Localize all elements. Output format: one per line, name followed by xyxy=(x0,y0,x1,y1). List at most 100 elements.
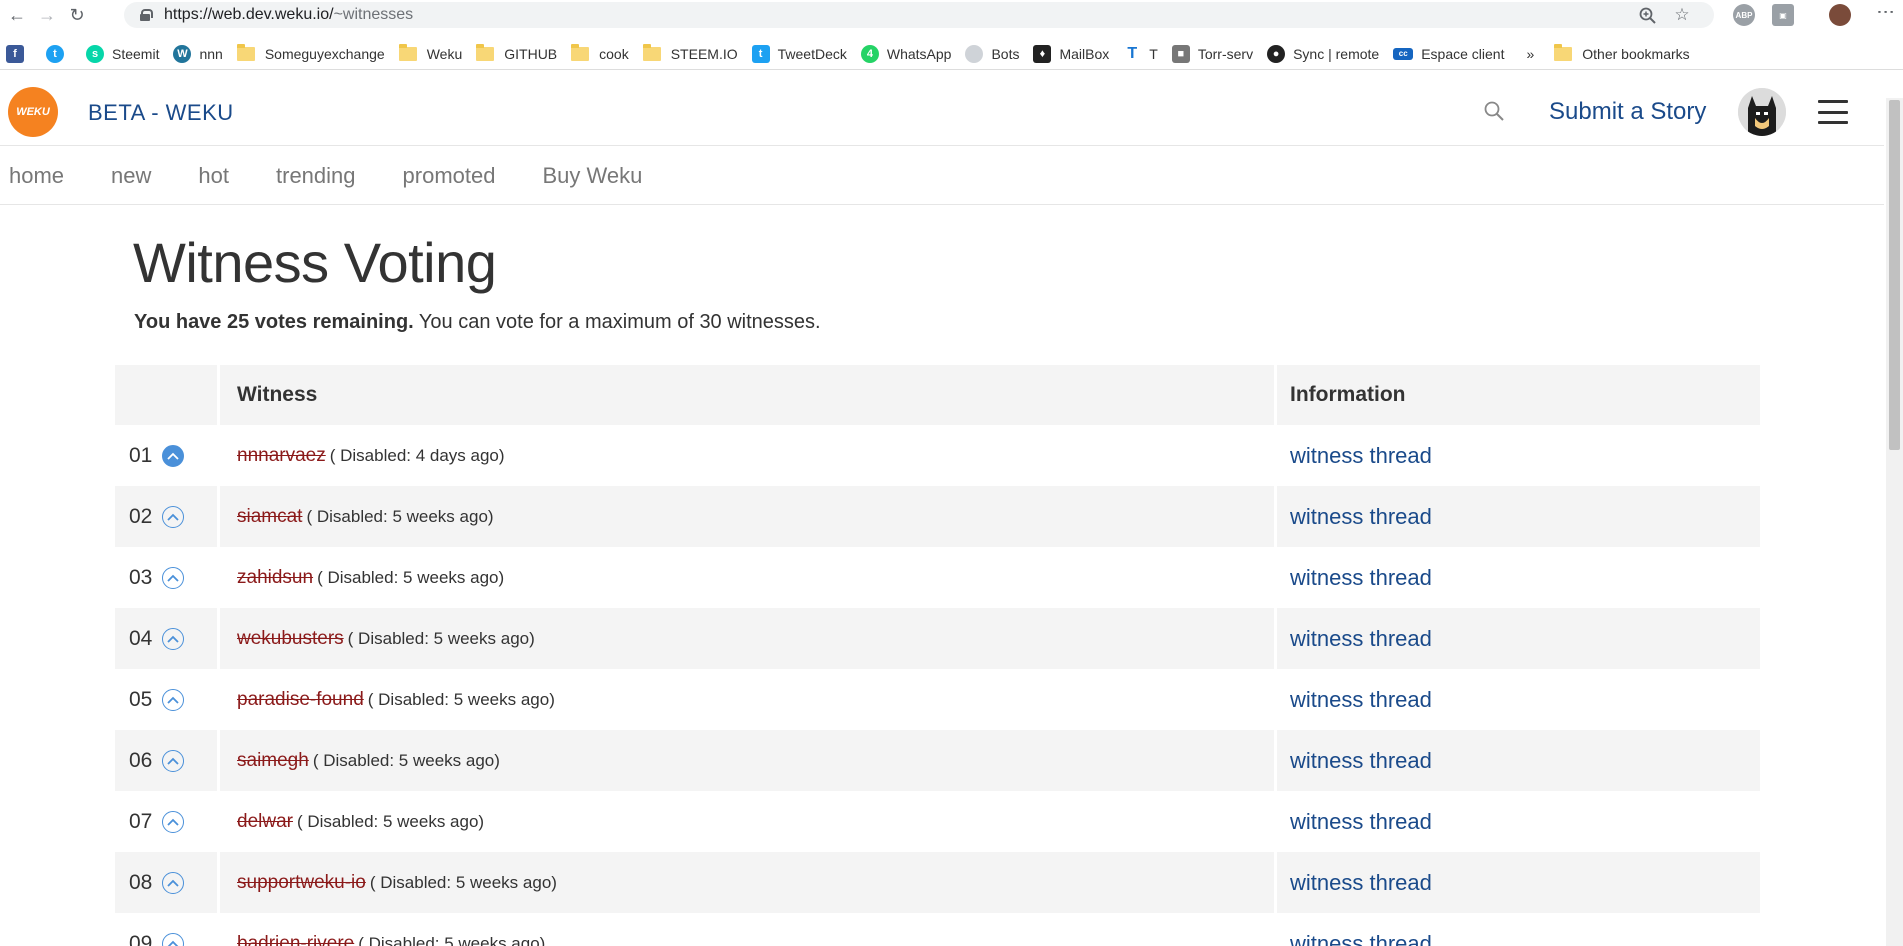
forward-arrow-icon[interactable]: → xyxy=(32,0,62,30)
profile-icon[interactable] xyxy=(1829,4,1851,26)
witness-name-link[interactable]: delwar xyxy=(237,811,293,833)
bookmark-bots[interactable]: Bots xyxy=(959,39,1027,69)
weku-logo[interactable]: WEKU xyxy=(8,87,58,137)
witness-name-link[interactable]: nnnarvaez xyxy=(237,445,326,467)
bookmark-nnn[interactable]: Wnnn xyxy=(167,39,230,69)
bookmark-espace-client[interactable]: cc Espace client xyxy=(1387,39,1512,69)
upvote-chevron-icon[interactable] xyxy=(162,505,185,528)
search-icon[interactable] xyxy=(1483,100,1505,122)
zoom-icon[interactable] xyxy=(1637,5,1657,25)
nav-hot[interactable]: hot xyxy=(198,163,229,189)
witness-name-link[interactable]: supportweku-io xyxy=(237,872,366,894)
rank-number: 09 xyxy=(129,931,153,946)
witness-cell: delwar( Disabled: 5 weeks ago) xyxy=(217,791,1274,852)
rank-cell: 07 xyxy=(115,791,217,852)
table-header: Witness Information xyxy=(115,365,1760,425)
witness-name-link[interactable]: paradise-found xyxy=(237,689,364,711)
bookmark-steem-io[interactable]: STEEM.IO xyxy=(637,39,746,69)
nav-buy-weku[interactable]: Buy Weku xyxy=(542,163,642,189)
witness-name-link[interactable]: wekubusters xyxy=(237,628,344,650)
witness-cell: saimegh( Disabled: 5 weeks ago) xyxy=(217,730,1274,791)
upvote-chevron-icon[interactable] xyxy=(162,444,185,467)
rank-number: 05 xyxy=(129,687,153,711)
user-avatar[interactable] xyxy=(1738,88,1786,136)
table-row: 01 nnnarvaez( Disabled: 4 days ago) witnes… xyxy=(115,425,1760,486)
bookmark-cook[interactable]: cook xyxy=(565,39,637,69)
nav-new[interactable]: new xyxy=(111,163,151,189)
bookmarks-overflow[interactable]: » xyxy=(1512,39,1548,69)
witness-thread-link[interactable]: witness thread xyxy=(1290,870,1432,896)
table-row: 02 siamcat( Disabled: 5 weeks ago) witness… xyxy=(115,486,1760,547)
upvote-chevron-icon[interactable] xyxy=(162,749,185,772)
bookmark-weku[interactable]: Weku xyxy=(393,39,471,69)
witness-name-link[interactable]: zahidsun xyxy=(237,567,313,589)
nav-home[interactable]: home xyxy=(9,163,64,189)
upvote-chevron-icon[interactable] xyxy=(162,932,185,946)
page-scrollbar-thumb[interactable] xyxy=(1889,100,1900,450)
bookmark-torr-serv[interactable]: ■ Torr-serv xyxy=(1166,39,1261,69)
witness-cell: siamcat( Disabled: 5 weeks ago) xyxy=(217,486,1274,547)
witness-thread-link[interactable]: witness thread xyxy=(1290,748,1432,774)
nav-trending[interactable]: trending xyxy=(276,163,356,189)
star-icon[interactable]: ☆ xyxy=(1672,5,1692,25)
rank-cell: 05 xyxy=(115,669,217,730)
witness-thread-link[interactable]: witness thread xyxy=(1290,809,1432,835)
extension-icon[interactable]: ▣ xyxy=(1772,4,1794,26)
witness-thread-link[interactable]: witness thread xyxy=(1290,443,1432,469)
witness-cell: badrien-rivere ( Disabled: 5 weeks ago) xyxy=(217,913,1274,946)
bookmark-facebook[interactable]: f xyxy=(0,39,40,69)
bookmark-tweetdeck[interactable]: t TweetDeck xyxy=(746,39,855,69)
bookmark-whatsapp[interactable]: 4 WhatsApp xyxy=(855,39,960,69)
address-bar[interactable]: https://web.dev.weku.io/~witnesses ☆ xyxy=(124,2,1714,28)
witness-cell: zahidsun( Disabled: 5 weeks ago) xyxy=(217,547,1274,608)
brand-link[interactable]: BETA - WEKU xyxy=(88,100,234,126)
rank-cell: 08 xyxy=(115,852,217,913)
rank-number: 04 xyxy=(129,626,153,650)
upvote-chevron-icon[interactable] xyxy=(162,627,185,650)
witness-cell: supportweku-io( Disabled: 5 weeks ago) xyxy=(217,852,1274,913)
bookmark-someguyexchange[interactable]: Someguyexchange xyxy=(231,39,393,69)
votes-max-text: You can vote for a maximum of 30 witness… xyxy=(413,311,821,333)
witness-cell: wekubusters( Disabled: 5 weeks ago) xyxy=(217,608,1274,669)
facebook-icon: f xyxy=(6,44,24,63)
witness-thread-link[interactable]: witness thread xyxy=(1290,687,1432,713)
upvote-chevron-icon[interactable] xyxy=(162,566,185,589)
url-text[interactable]: https://web.dev.weku.io/~witnesses xyxy=(164,6,413,24)
information-cell: witness thread xyxy=(1274,791,1760,852)
witness-name-link[interactable]: badrien-rivere xyxy=(237,933,354,946)
bookmark-t[interactable]: TT xyxy=(1117,39,1166,69)
reload-icon[interactable]: ↻ xyxy=(62,0,92,30)
rank-cell: 01 xyxy=(115,425,217,486)
folder-icon xyxy=(236,43,255,61)
espace-icon: cc xyxy=(1393,47,1414,60)
url-path: ~witnesses xyxy=(333,6,414,23)
bookmark-twitter[interactable]: t xyxy=(40,39,80,69)
upvote-chevron-icon[interactable] xyxy=(162,871,185,894)
upvote-chevron-icon[interactable] xyxy=(162,688,185,711)
browser-menu-icon[interactable]: ⋮ xyxy=(1876,3,1896,19)
witness-status: ( Disabled: 5 weeks ago) xyxy=(347,628,535,648)
witness-name-link[interactable]: saimegh xyxy=(237,750,309,772)
upvote-chevron-icon[interactable] xyxy=(162,810,185,833)
bookmark-other[interactable]: Other bookmarks xyxy=(1548,39,1697,69)
witness-thread-link[interactable]: witness thread xyxy=(1290,504,1432,530)
witness-thread-link[interactable]: witness thread xyxy=(1290,565,1432,591)
bookmark-label: cook xyxy=(599,45,629,62)
bookmark-label: Espace client xyxy=(1421,45,1505,62)
overflow-chevron-icon: » xyxy=(1526,45,1535,62)
submit-story-link[interactable]: Submit a Story xyxy=(1549,98,1706,126)
bookmark-steemit[interactable]: s Steemit xyxy=(80,39,167,69)
bookmark-label: TweetDeck xyxy=(777,45,847,62)
witness-thread-link[interactable]: witness thread xyxy=(1290,931,1432,946)
witness-thread-link[interactable]: witness thread xyxy=(1290,626,1432,652)
bookmark-mailbox[interactable]: ♦ MailBox xyxy=(1027,39,1117,69)
bookmark-github[interactable]: GITHUB xyxy=(470,39,565,69)
information-cell: witness thread xyxy=(1274,425,1760,486)
folder-icon xyxy=(398,43,417,61)
menu-hamburger-icon[interactable] xyxy=(1818,100,1848,124)
back-arrow-icon[interactable]: ← xyxy=(2,0,32,30)
nav-promoted[interactable]: promoted xyxy=(403,163,496,189)
adblock-icon[interactable]: ABP xyxy=(1733,4,1755,26)
bookmark-sync-remote[interactable]: ● Sync | remote xyxy=(1261,39,1387,69)
witness-name-link[interactable]: siamcat xyxy=(237,506,302,528)
